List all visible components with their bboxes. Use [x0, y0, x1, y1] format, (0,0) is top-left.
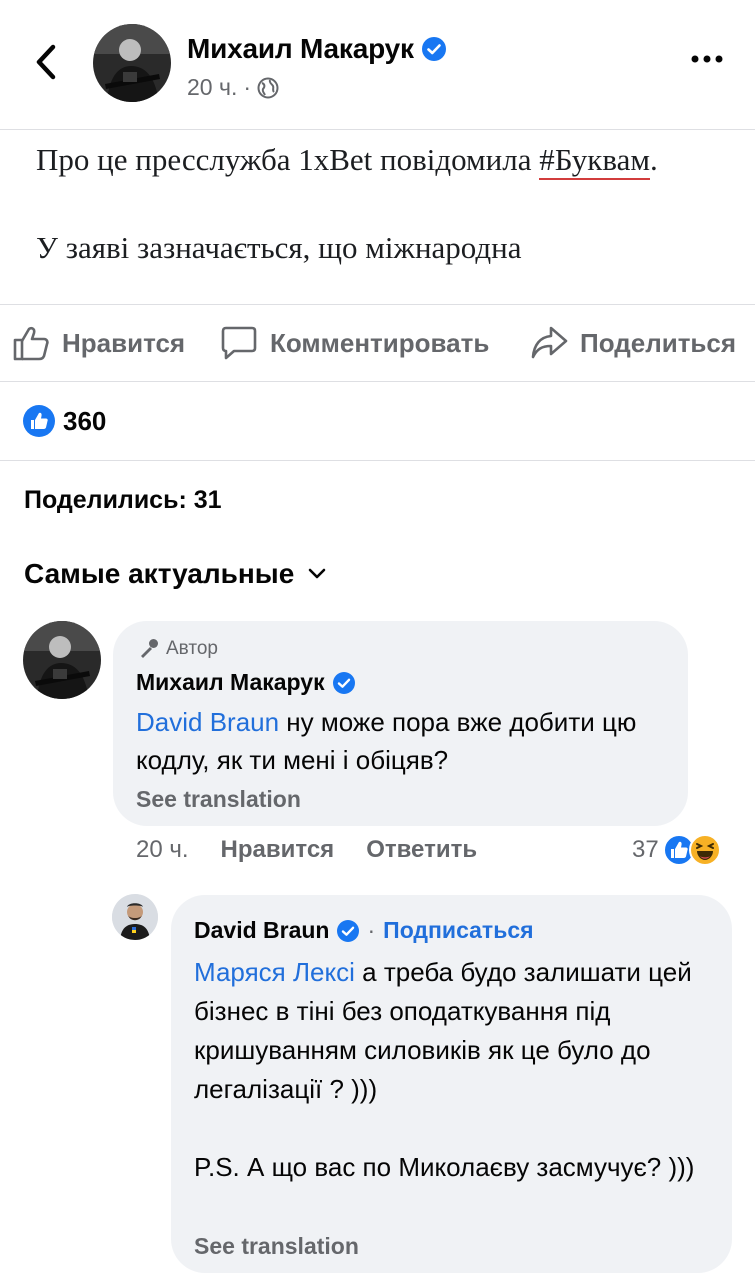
post-time[interactable]: 20 ч.: [187, 74, 237, 101]
author-name-row[interactable]: Михаил Макарук: [187, 33, 446, 65]
haha-reaction-icon: [688, 834, 721, 866]
globe-icon: [257, 77, 279, 98]
reply-avatar[interactable]: [112, 894, 158, 940]
chevron-down-icon: [308, 568, 326, 579]
mention-link[interactable]: David Braun: [136, 707, 279, 737]
reply-author-row: David Braun · Подписаться: [194, 917, 534, 944]
comment-label: Комментировать: [270, 327, 490, 358]
comment-author[interactable]: Михаил Макарук: [136, 669, 325, 696]
comment-text: David Braun ну може пора вже добити цю к…: [136, 703, 676, 779]
post-text-segment: Про це пресслужба 1xBet повідомила: [36, 142, 540, 177]
thumbs-up-icon: [13, 326, 49, 361]
comment-bubble-icon: [221, 326, 257, 360]
comment-like-button[interactable]: Нравится: [221, 836, 335, 864]
author-name[interactable]: Михаил Макарук: [187, 33, 414, 65]
comment-time[interactable]: 20 ч.: [136, 836, 189, 864]
comment-sort-dropdown[interactable]: Самые актуальные: [24, 558, 326, 590]
verified-badge-icon: [337, 919, 360, 942]
reaction-icons: [662, 834, 721, 866]
reactions-summary[interactable]: 360: [23, 405, 106, 437]
comment-avatar[interactable]: [23, 621, 101, 699]
shares-count[interactable]: Поделились: 31: [24, 486, 222, 515]
follow-button[interactable]: Подписаться: [383, 917, 533, 944]
post-meta: 20 ч. ·: [187, 74, 279, 101]
badge-label: Автор: [166, 638, 218, 659]
comment-reply-button[interactable]: Ответить: [366, 836, 477, 864]
author-badge: Автор: [138, 638, 218, 660]
see-translation-link[interactable]: See translation: [194, 1233, 359, 1260]
like-button[interactable]: Нравится: [12, 325, 185, 361]
back-button[interactable]: [26, 38, 66, 86]
post-text-segment: .: [649, 142, 658, 177]
verified-badge-icon: [421, 37, 446, 61]
reaction-count: 360: [63, 405, 107, 436]
post-line: Про це пресслужба 1xBet повідомила #Букв…: [36, 140, 658, 180]
share-arrow-icon: [531, 326, 568, 359]
verified-badge-icon: [332, 671, 355, 694]
author-avatar[interactable]: [93, 24, 171, 102]
like-label: Нравится: [62, 327, 186, 358]
reply-ps-text: P.S. А що вас по Миколаєву засмучує? ))): [194, 1152, 695, 1182]
comment-bubble: Автор Михаил Макарук David Braun ну може…: [113, 621, 688, 826]
post-line: У заяві зазначається, що міжнародна: [36, 230, 522, 265]
comment-author-row: Михаил Макарук: [136, 669, 355, 696]
mention-link[interactable]: Маряся Лексі: [194, 957, 355, 987]
comment-reactions[interactable]: 37: [632, 834, 721, 866]
reply-author[interactable]: David Braun: [194, 917, 329, 944]
sort-label: Самые актуальные: [24, 558, 295, 589]
reply-bubble: David Braun · Подписаться Маряся Лексі а…: [171, 895, 732, 1273]
meta-separator: ·: [243, 74, 252, 100]
comment-button[interactable]: Комментировать: [220, 325, 489, 361]
microphone-icon: [141, 639, 158, 658]
share-label: Поделиться: [580, 327, 737, 358]
more-options-button[interactable]: [687, 44, 727, 74]
post-action-bar: Нравится Комментировать Поделиться: [0, 304, 755, 382]
meta-separator: ·: [367, 917, 376, 943]
like-reaction-icon: [23, 405, 55, 437]
divider: [0, 460, 755, 461]
post-header: Михаил Макарук 20 ч. ·: [0, 0, 755, 130]
comment-meta: 20 ч. Нравится Ответить: [136, 836, 477, 864]
post-body: Про це пресслужба 1xBet повідомила #Букв…: [36, 140, 736, 288]
chevron-left-icon: [36, 44, 56, 80]
share-button[interactable]: Поделиться: [530, 325, 736, 361]
more-horizontal-icon: [691, 55, 723, 63]
see-translation-link[interactable]: See translation: [136, 786, 301, 813]
hashtag-link[interactable]: #Буквам: [539, 142, 650, 180]
reply-text: Маряся Лексі а треба будо залишати цей б…: [194, 953, 714, 1109]
comment-reaction-count: 37: [632, 836, 659, 863]
post-fade: [36, 272, 736, 288]
